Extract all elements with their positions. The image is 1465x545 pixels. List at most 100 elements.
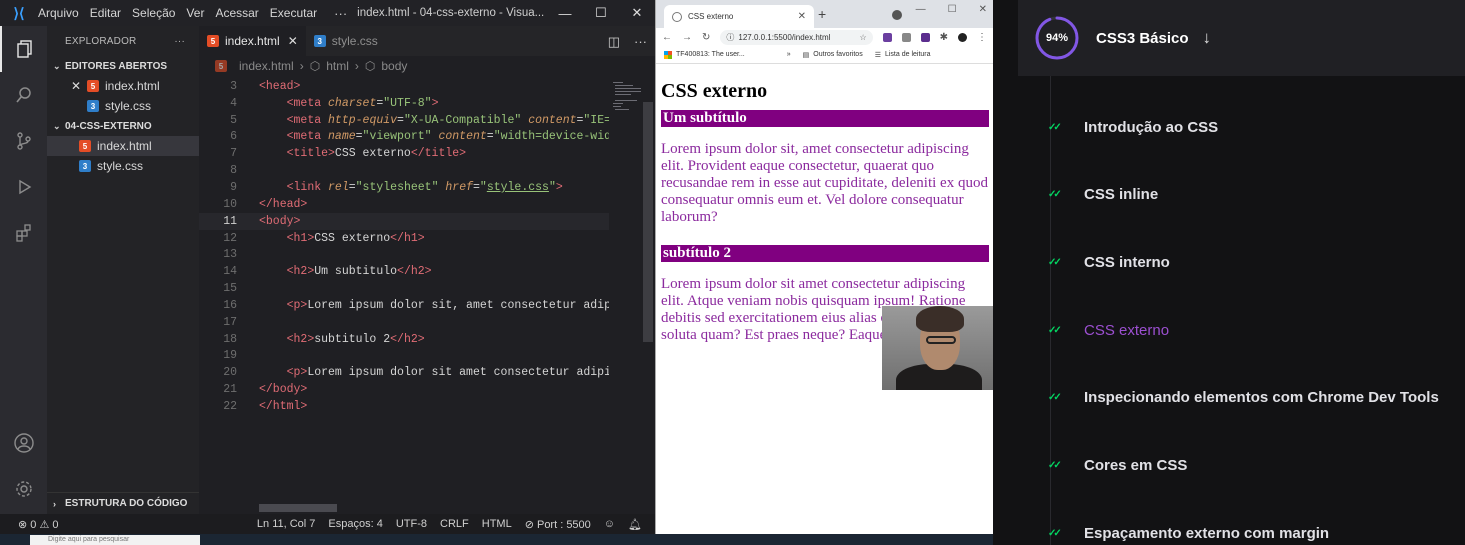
- status-port[interactable]: ⊘ Port : 5500: [525, 518, 591, 531]
- profile-avatar[interactable]: [958, 32, 967, 42]
- file-item-style[interactable]: 3 style.css: [47, 156, 199, 176]
- vertical-scrollbar[interactable]: [643, 102, 653, 342]
- account-icon[interactable]: [0, 420, 47, 466]
- more-actions-icon[interactable]: ···: [634, 34, 647, 50]
- feedback-icon[interactable]: ☺: [604, 518, 615, 530]
- lesson-item[interactable]: ✓✓ CSS interno: [1048, 252, 1170, 272]
- lesson-item[interactable]: ✓✓ CSS inline: [1048, 184, 1158, 204]
- extension-icon[interactable]: [901, 32, 911, 42]
- extensions-icon[interactable]: [0, 210, 47, 256]
- new-tab-button[interactable]: +: [818, 6, 826, 22]
- open-editor-item-style[interactable]: 3 style.css: [47, 96, 199, 116]
- split-editor-icon[interactable]: ◫: [608, 34, 620, 50]
- course-header[interactable]: 94% CSS3 Básico ↓: [1018, 0, 1465, 76]
- breadcrumb-file[interactable]: index.html: [239, 59, 294, 73]
- line-content: <link rel="stylesheet" href="style.css">: [286, 180, 563, 194]
- lesson-item[interactable]: ✓✓ Inspecionando elementos com Chrome Dev…: [1048, 387, 1439, 407]
- code-line[interactable]: 20 <p>Lorem ipsum dolor sit amet consect…: [199, 364, 609, 381]
- code-line[interactable]: 8: [199, 162, 609, 179]
- source-control-icon[interactable]: [0, 118, 47, 164]
- status-spaces[interactable]: Espaços: 4: [328, 518, 382, 530]
- menu-editar[interactable]: Editar: [90, 6, 121, 20]
- lesson-item[interactable]: ✓✓ Espaçamento externo com margin: [1048, 523, 1329, 543]
- status-position[interactable]: Ln 11, Col 7: [257, 518, 316, 530]
- breadcrumb-body[interactable]: body: [381, 59, 407, 73]
- maximize-button[interactable]: ☐: [948, 4, 957, 15]
- search-icon[interactable]: [0, 72, 47, 118]
- close-window-button[interactable]: ✕: [979, 4, 987, 15]
- code-line[interactable]: 10 </head>: [199, 196, 609, 213]
- back-arrow-icon[interactable]: ←: [662, 32, 672, 43]
- bookmarks-overflow-button[interactable]: »: [787, 51, 791, 58]
- reload-icon[interactable]: ↻: [702, 32, 710, 43]
- bookmark-star-icon[interactable]: ☆: [859, 33, 866, 42]
- minimize-button[interactable]: —: [916, 4, 926, 15]
- code-line[interactable]: 11 <body>: [199, 212, 609, 230]
- address-bar[interactable]: ⓘ 127.0.0.1:5500/index.html ☆: [720, 29, 873, 45]
- menu-acessar[interactable]: Acessar: [215, 6, 258, 20]
- status-problems[interactable]: ⊗ 0 ⚠ 0: [0, 518, 257, 531]
- outline-section[interactable]: › ESTRUTURA DO CÓDIGO: [47, 492, 199, 514]
- status-encoding[interactable]: UTF-8: [396, 518, 427, 530]
- menu-selecao[interactable]: Seleção: [132, 6, 175, 20]
- browser-tab[interactable]: CSS externo ✕: [664, 5, 814, 28]
- lesson-item[interactable]: ✓✓ Cores em CSS: [1048, 455, 1187, 475]
- code-line[interactable]: 17: [199, 314, 609, 331]
- code-line[interactable]: 19: [199, 348, 609, 365]
- run-debug-icon[interactable]: [0, 164, 47, 210]
- code-line[interactable]: 9 <link rel="stylesheet" href="style.css…: [199, 179, 609, 196]
- explorer-more-button[interactable]: ···: [174, 36, 185, 47]
- tab-index-html[interactable]: 5 index.html ✕: [199, 26, 306, 56]
- menu-ver[interactable]: Ver: [186, 6, 204, 20]
- browser-menu-icon[interactable]: ⋮: [977, 32, 987, 43]
- extension-icon[interactable]: [882, 32, 892, 42]
- open-editors-section[interactable]: ⌄ EDITORES ABERTOS: [47, 56, 199, 76]
- forward-arrow-icon[interactable]: →: [682, 32, 692, 43]
- menu-more-button[interactable]: ···: [334, 6, 347, 21]
- bookmark-item[interactable]: TF400813: The user...: [664, 50, 745, 59]
- tab-style-css[interactable]: 3 style.css: [306, 26, 386, 56]
- code-line[interactable]: 5 <meta http-equiv="X-UA-Compatible" con…: [199, 112, 609, 129]
- minimize-button[interactable]: —: [547, 6, 583, 21]
- open-editor-item-index[interactable]: ✕ 5 index.html: [47, 76, 199, 96]
- settings-gear-icon[interactable]: [0, 466, 47, 512]
- other-bookmarks-folder[interactable]: ▤ Outros favoritos: [803, 51, 863, 59]
- extension-icon[interactable]: [920, 32, 930, 42]
- code-line[interactable]: 3 <head>: [199, 78, 609, 95]
- taskbar-search-input[interactable]: Digite aqui para pesquisar: [30, 535, 200, 545]
- explorer-icon[interactable]: [0, 26, 47, 72]
- reading-list[interactable]: ☰ Lista de leitura: [875, 51, 931, 59]
- code-line[interactable]: 18 <h2>subtitulo 2</h2>: [199, 331, 609, 348]
- breadcrumb-html[interactable]: html: [326, 59, 349, 73]
- arrow-down-icon[interactable]: ↓: [1203, 28, 1212, 48]
- file-item-index[interactable]: 5 index.html: [47, 136, 199, 156]
- folder-section[interactable]: ⌄ 04-CSS-EXTERNO: [47, 116, 199, 136]
- lesson-item[interactable]: ✓✓ Introdução ao CSS: [1048, 117, 1218, 137]
- status-eol[interactable]: CRLF: [440, 518, 469, 530]
- code-line[interactable]: 13: [199, 246, 609, 263]
- code-line[interactable]: 22 </html>: [199, 398, 609, 415]
- code-line[interactable]: 14 <h2>Um subtitulo</h2>: [199, 263, 609, 280]
- status-language[interactable]: HTML: [482, 518, 512, 530]
- record-icon[interactable]: [892, 10, 902, 20]
- code-line[interactable]: 4 <meta charset="UTF-8">: [199, 95, 609, 112]
- menu-executar[interactable]: Executar: [270, 6, 317, 20]
- lesson-item[interactable]: ✓✓ CSS externo: [1048, 320, 1169, 340]
- close-tab-icon[interactable]: ✕: [798, 11, 806, 22]
- extensions-puzzle-icon[interactable]: ✱: [940, 32, 948, 43]
- code-line[interactable]: 7 <title>CSS externo</title>: [199, 145, 609, 162]
- code-line[interactable]: 15: [199, 280, 609, 297]
- maximize-button[interactable]: ☐: [583, 5, 619, 21]
- code-line[interactable]: 16 <p>Lorem ipsum dolor sit, amet consec…: [199, 297, 609, 314]
- close-editor-icon[interactable]: ✕: [69, 79, 83, 93]
- code-line[interactable]: 12 <h1>CSS externo</h1>: [199, 230, 609, 247]
- notifications-bell-icon[interactable]: 🔔︎: [628, 518, 642, 531]
- code-editor[interactable]: 3 <head> 4 <meta charset="UTF-8"> 5 <meta h…: [199, 78, 609, 415]
- close-tab-icon[interactable]: ✕: [288, 34, 298, 48]
- minimap[interactable]: [609, 78, 645, 138]
- horizontal-scrollbar[interactable]: [259, 504, 337, 512]
- close-window-button[interactable]: ✕: [619, 5, 655, 21]
- code-line[interactable]: 21 </body>: [199, 381, 609, 398]
- code-line[interactable]: 6 <meta name="viewport" content="width=d…: [199, 129, 609, 146]
- menu-arquivo[interactable]: Arquivo: [38, 6, 79, 20]
